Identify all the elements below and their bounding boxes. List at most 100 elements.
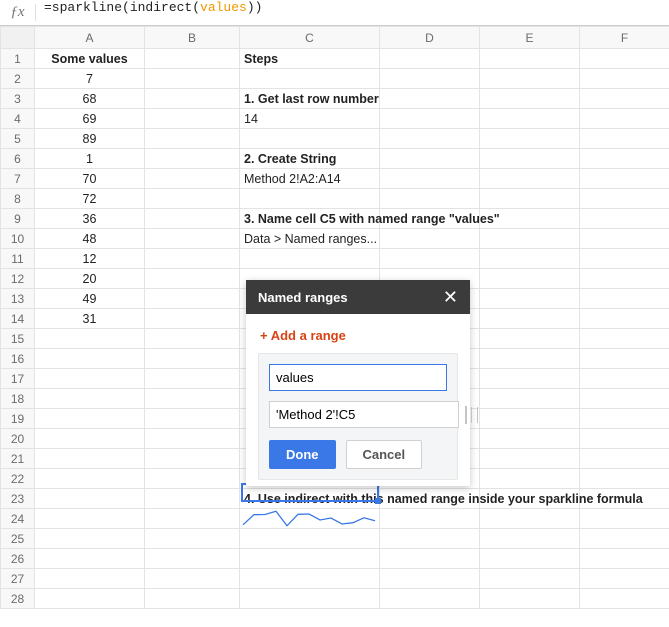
- cell-E27[interactable]: [480, 569, 580, 589]
- cell-F26[interactable]: [580, 549, 669, 569]
- row-header[interactable]: 25: [1, 529, 35, 549]
- col-header-E[interactable]: E: [480, 27, 580, 49]
- row-header[interactable]: 7: [1, 169, 35, 189]
- row-header[interactable]: 19: [1, 409, 35, 429]
- row-header[interactable]: 6: [1, 149, 35, 169]
- cell-F2[interactable]: [580, 69, 669, 89]
- cell-D4[interactable]: [380, 109, 480, 129]
- cell-B13[interactable]: [145, 289, 240, 309]
- cell-D27[interactable]: [380, 569, 480, 589]
- cell-E14[interactable]: [480, 309, 580, 329]
- cell-D24[interactable]: [380, 509, 480, 529]
- cell-B20[interactable]: [145, 429, 240, 449]
- cell-E7[interactable]: [480, 169, 580, 189]
- col-header-C[interactable]: C: [240, 27, 380, 49]
- cell-F25[interactable]: [580, 529, 669, 549]
- range-ref-input[interactable]: [269, 401, 459, 428]
- cell-E5[interactable]: [480, 129, 580, 149]
- cell-D3[interactable]: [380, 89, 480, 109]
- cell-F24[interactable]: [580, 509, 669, 529]
- row-header[interactable]: 9: [1, 209, 35, 229]
- cell-E13[interactable]: [480, 289, 580, 309]
- cell-B11[interactable]: [145, 249, 240, 269]
- cell-A28[interactable]: [35, 589, 145, 609]
- col-header-F[interactable]: F: [580, 27, 669, 49]
- close-icon[interactable]: ✕: [443, 288, 458, 306]
- cell-E6[interactable]: [480, 149, 580, 169]
- cell-E19[interactable]: [480, 409, 580, 429]
- cell-A25[interactable]: [35, 529, 145, 549]
- cell-F13[interactable]: [580, 289, 669, 309]
- cell-A5[interactable]: 89: [35, 129, 145, 149]
- row-header[interactable]: 16: [1, 349, 35, 369]
- cell-D7[interactable]: [380, 169, 480, 189]
- cell-E1[interactable]: [480, 49, 580, 69]
- cell-D2[interactable]: [380, 69, 480, 89]
- cell-C1[interactable]: Steps: [240, 49, 380, 69]
- cell-E22[interactable]: [480, 469, 580, 489]
- cell-A14[interactable]: 31: [35, 309, 145, 329]
- cell-C24[interactable]: [240, 509, 380, 529]
- cell-B21[interactable]: [145, 449, 240, 469]
- cell-B3[interactable]: [145, 89, 240, 109]
- cell-F22[interactable]: [580, 469, 669, 489]
- cell-B17[interactable]: [145, 369, 240, 389]
- formula-input[interactable]: =sparkline(indirect(values)): [36, 0, 669, 25]
- cell-E24[interactable]: [480, 509, 580, 529]
- cell-C7[interactable]: Method 2!A2:A14: [240, 169, 380, 189]
- cell-A6[interactable]: 1: [35, 149, 145, 169]
- cell-A4[interactable]: 69: [35, 109, 145, 129]
- select-all-corner[interactable]: [1, 27, 35, 49]
- cell-F12[interactable]: [580, 269, 669, 289]
- cell-A7[interactable]: 70: [35, 169, 145, 189]
- cell-C5[interactable]: [240, 129, 380, 149]
- cell-F6[interactable]: [580, 149, 669, 169]
- cell-B24[interactable]: [145, 509, 240, 529]
- cell-C26[interactable]: [240, 549, 380, 569]
- cell-A18[interactable]: [35, 389, 145, 409]
- cell-E18[interactable]: [480, 389, 580, 409]
- cell-B22[interactable]: [145, 469, 240, 489]
- cell-F20[interactable]: [580, 429, 669, 449]
- cell-D5[interactable]: [380, 129, 480, 149]
- cell-D25[interactable]: [380, 529, 480, 549]
- cell-A2[interactable]: 7: [35, 69, 145, 89]
- row-header[interactable]: 15: [1, 329, 35, 349]
- cell-A20[interactable]: [35, 429, 145, 449]
- cell-E2[interactable]: [480, 69, 580, 89]
- cell-A27[interactable]: [35, 569, 145, 589]
- cell-C8[interactable]: [240, 189, 380, 209]
- cell-B10[interactable]: [145, 229, 240, 249]
- cell-A16[interactable]: [35, 349, 145, 369]
- cell-A3[interactable]: 68: [35, 89, 145, 109]
- cell-C11[interactable]: [240, 249, 380, 269]
- row-header[interactable]: 2: [1, 69, 35, 89]
- cell-E21[interactable]: [480, 449, 580, 469]
- cell-F10[interactable]: [580, 229, 669, 249]
- add-range-link[interactable]: + Add a range: [258, 324, 458, 353]
- cell-E3[interactable]: [480, 89, 580, 109]
- cell-A1[interactable]: Some values: [35, 49, 145, 69]
- cell-B12[interactable]: [145, 269, 240, 289]
- cell-A8[interactable]: 72: [35, 189, 145, 209]
- cell-B9[interactable]: [145, 209, 240, 229]
- row-header[interactable]: 1: [1, 49, 35, 69]
- cell-E26[interactable]: [480, 549, 580, 569]
- cell-B14[interactable]: [145, 309, 240, 329]
- cell-E4[interactable]: [480, 109, 580, 129]
- cell-C2[interactable]: [240, 69, 380, 89]
- cell-F8[interactable]: [580, 189, 669, 209]
- cell-F3[interactable]: [580, 89, 669, 109]
- cell-C27[interactable]: [240, 569, 380, 589]
- cell-E20[interactable]: [480, 429, 580, 449]
- cell-B5[interactable]: [145, 129, 240, 149]
- cell-E15[interactable]: [480, 329, 580, 349]
- cell-B7[interactable]: [145, 169, 240, 189]
- row-header[interactable]: 22: [1, 469, 35, 489]
- cell-F14[interactable]: [580, 309, 669, 329]
- row-header[interactable]: 3: [1, 89, 35, 109]
- cell-E28[interactable]: [480, 589, 580, 609]
- cell-C4[interactable]: 14: [240, 109, 380, 129]
- cell-B6[interactable]: [145, 149, 240, 169]
- range-name-input[interactable]: [269, 364, 447, 391]
